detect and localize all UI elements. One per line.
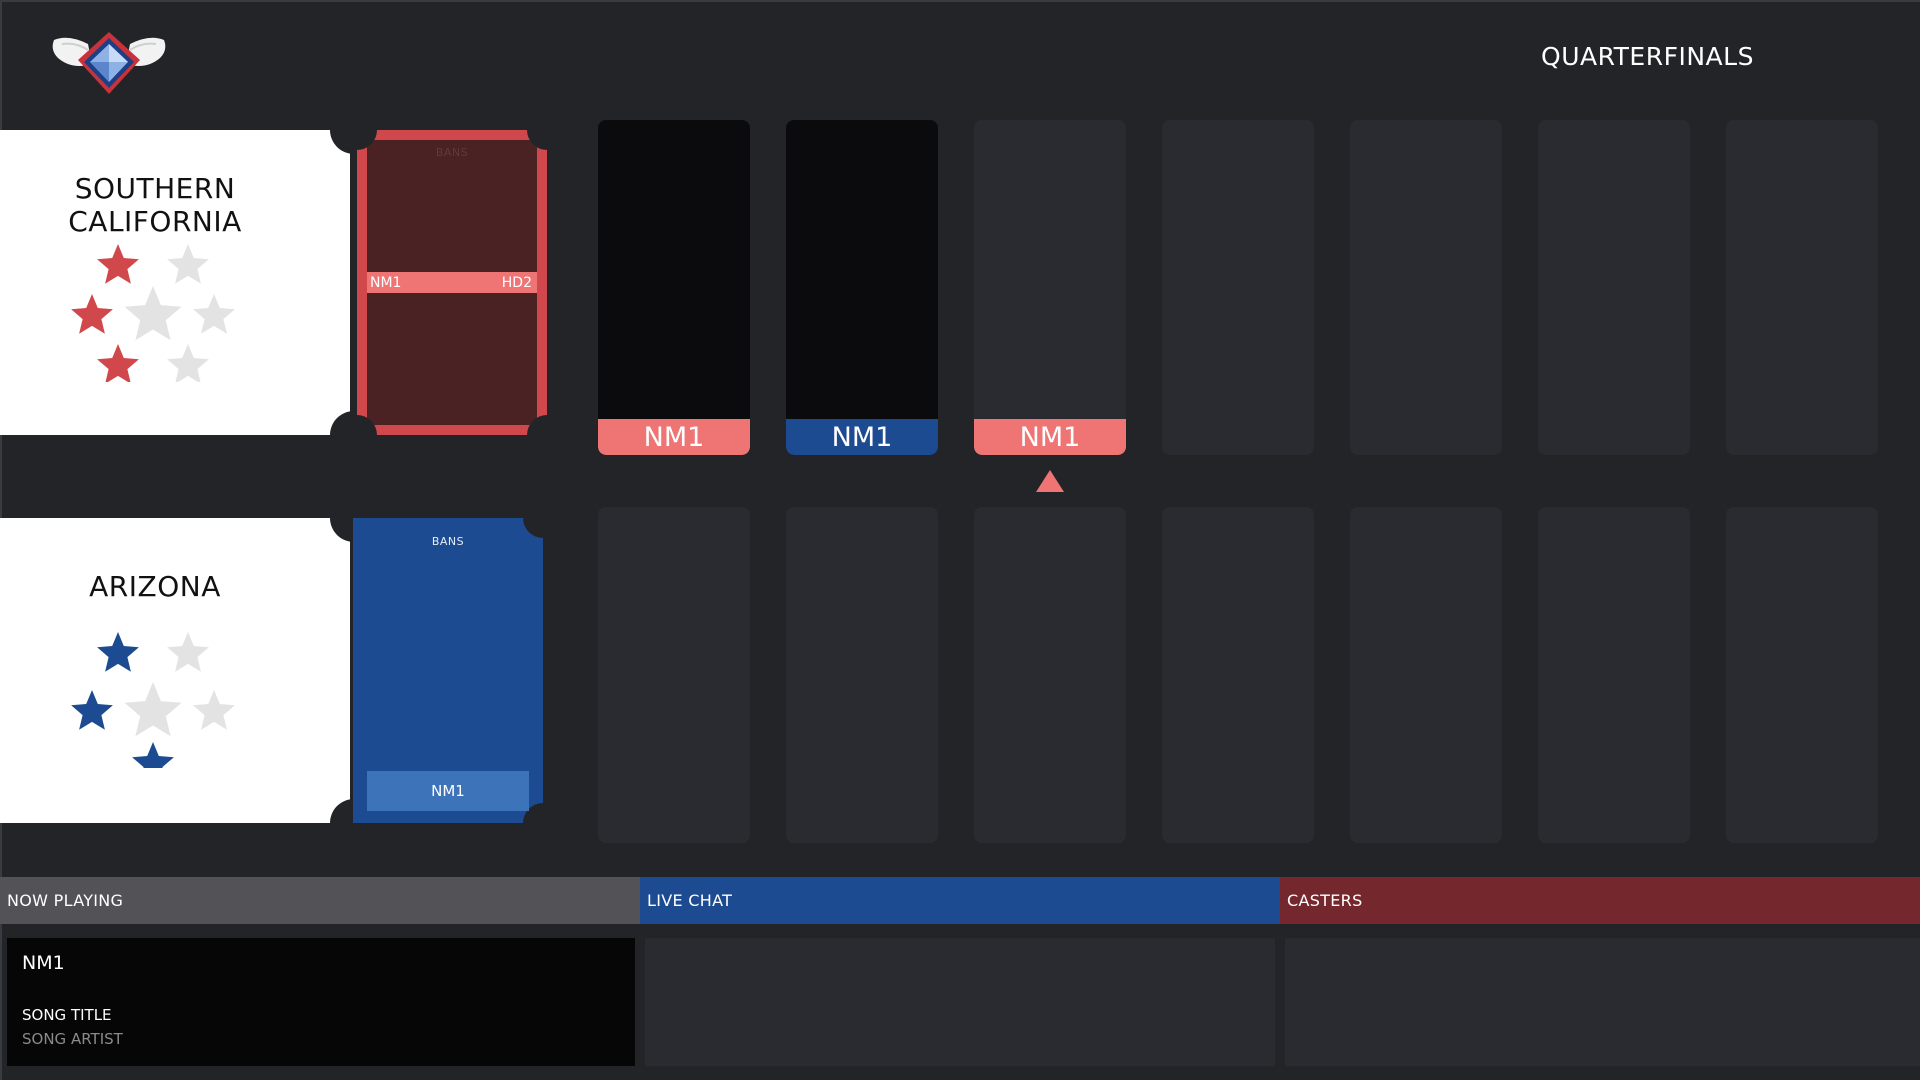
round-title: QUARTERFINALS bbox=[1541, 42, 1754, 71]
current-pick-arrow-icon bbox=[1036, 470, 1064, 492]
star-rating-red bbox=[71, 244, 235, 382]
pick-card bbox=[1538, 120, 1690, 455]
star-empty-icon bbox=[193, 690, 235, 730]
pick-map-label: NM1 bbox=[598, 419, 750, 455]
pick-card bbox=[1350, 120, 1502, 455]
pick-map-label: NM1 bbox=[974, 419, 1126, 455]
team-name-blue: ARIZONA bbox=[89, 570, 221, 603]
pick-card bbox=[1162, 507, 1314, 843]
live-chat-panel bbox=[645, 938, 1275, 1066]
pick-card bbox=[1538, 507, 1690, 843]
pick-card: NM1 bbox=[598, 120, 750, 455]
casters-header: CASTERS bbox=[1280, 877, 1920, 924]
star-won-icon bbox=[97, 344, 139, 382]
star-empty-icon bbox=[124, 682, 182, 737]
pick-map-label: NM1 bbox=[786, 419, 938, 455]
pick-card: NM1 bbox=[974, 120, 1126, 455]
star-won-icon bbox=[97, 244, 139, 284]
star-empty-icon bbox=[193, 294, 235, 334]
now-playing-header: NOW PLAYING bbox=[0, 877, 640, 924]
pick-card bbox=[1162, 120, 1314, 455]
card-corner bbox=[523, 803, 563, 843]
pick-card bbox=[1726, 120, 1878, 455]
ban-card-blue: BANS NM1 bbox=[353, 498, 563, 843]
pick-card bbox=[1350, 507, 1502, 843]
star-empty-icon bbox=[167, 344, 209, 382]
pick-card: NM1 bbox=[786, 120, 938, 455]
tournament-logo bbox=[48, 30, 170, 102]
team-name-red: SOUTHERN CALIFORNIA bbox=[68, 172, 242, 238]
song-artist: SONG ARTIST bbox=[22, 1030, 123, 1048]
bans-label: BANS bbox=[431, 535, 465, 548]
star-empty-icon bbox=[124, 286, 182, 341]
ban-map: NM1 bbox=[370, 274, 402, 291]
card-corner bbox=[527, 415, 567, 455]
card-corner bbox=[337, 415, 377, 455]
pick-card bbox=[786, 507, 938, 843]
pick-card bbox=[974, 507, 1126, 843]
star-empty-icon bbox=[167, 244, 209, 284]
card-corner bbox=[527, 110, 567, 150]
ban-strip-red: NM1 HD2 bbox=[367, 272, 537, 293]
card-corner bbox=[523, 498, 563, 538]
bans-label: BANS bbox=[435, 146, 469, 159]
ban-slot-blue: NM1 bbox=[367, 771, 529, 811]
star-won-icon bbox=[132, 742, 174, 768]
team-panel-red: SOUTHERN CALIFORNIA bbox=[0, 106, 378, 459]
star-won-icon bbox=[71, 294, 113, 334]
ban-card-red: BANS NM1 HD2 bbox=[337, 110, 567, 455]
star-won-icon bbox=[71, 690, 113, 730]
ban-map: HD2 bbox=[501, 274, 532, 291]
star-won-icon bbox=[97, 632, 139, 672]
pick-card bbox=[598, 507, 750, 843]
now-playing-map: NM1 bbox=[22, 952, 65, 974]
pick-card bbox=[1726, 507, 1878, 843]
song-title: SONG TITLE bbox=[22, 1006, 112, 1024]
star-rating-blue bbox=[71, 632, 235, 768]
card-corner bbox=[337, 110, 377, 150]
live-chat-header: LIVE CHAT bbox=[640, 877, 1280, 924]
casters-panel bbox=[1285, 938, 1920, 1066]
now-playing-panel: NM1 SONG TITLE SONG ARTIST bbox=[7, 938, 635, 1066]
team-panel-blue: ARIZONA bbox=[0, 494, 378, 847]
star-empty-icon bbox=[167, 632, 209, 672]
